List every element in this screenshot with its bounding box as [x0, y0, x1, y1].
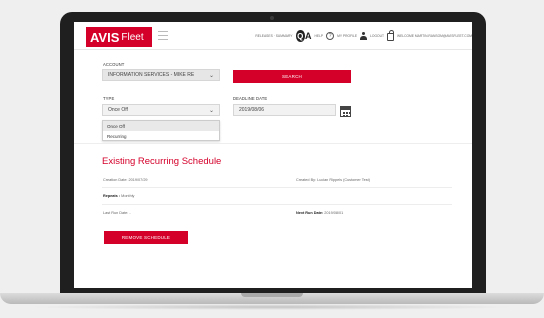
- nav-release[interactable]: RELEASES · SUMMARY: [255, 34, 292, 38]
- nav-help[interactable]: HELP: [315, 34, 324, 38]
- next-run-label: Next Run Date:: [296, 211, 324, 215]
- creation-date: Creation Date: 2019/07/29: [103, 178, 148, 182]
- deadline-value: 2019/08/06: [239, 107, 265, 113]
- avis-fleet-logo[interactable]: AVIS Fleet: [86, 27, 152, 47]
- schedule-title: Existing Recurring Schedule: [102, 156, 222, 167]
- laptop-mockup: AVIS Fleet RELEASES · SUMMARY QA HELP ? …: [0, 0, 544, 318]
- brand-sub: Fleet: [121, 31, 144, 43]
- nav-logout[interactable]: LOGOUT: [370, 34, 384, 38]
- laptop-shadow: [30, 304, 514, 310]
- help-icon[interactable]: ?: [326, 32, 335, 40]
- type-option-once-off[interactable]: Once Off: [103, 121, 219, 131]
- deadline-label: DEADLINE DATE: [233, 96, 268, 101]
- header-nav: RELEASES · SUMMARY QA HELP ? MY PROFILE …: [255, 22, 472, 50]
- qa-watermark-icon: QA: [295, 30, 312, 42]
- camera-icon: [270, 16, 274, 20]
- next-run-date: Next Run Date: 2019/08/01: [296, 211, 343, 215]
- section-divider: [74, 143, 472, 144]
- search-button[interactable]: SEARCH: [233, 70, 351, 83]
- created-by: Created By: Lucian Rippels (Customer Tes…: [296, 178, 370, 182]
- type-select[interactable]: Once Off ⌄: [102, 104, 220, 116]
- nav-profile[interactable]: MY PROFILE: [337, 34, 357, 38]
- type-value: Once Off: [108, 107, 128, 113]
- nav-welcome: WELCOME MARTIN.RANSOM@AVISFLEET.COM: [396, 34, 472, 38]
- menu-icon[interactable]: [158, 31, 168, 40]
- profile-icon[interactable]: [360, 32, 368, 40]
- brand-main: AVIS: [90, 29, 120, 45]
- laptop-notch: [241, 293, 303, 297]
- next-run-value: 2019/08/01: [324, 211, 344, 215]
- repeats: Repeats : Monthly: [103, 194, 134, 198]
- row-divider: [102, 204, 452, 205]
- account-select[interactable]: INFORMATION SERVICES - MIKE RE ⌄: [102, 69, 220, 81]
- deadline-date-input[interactable]: 2019/08/06: [233, 104, 336, 116]
- app-header: AVIS Fleet RELEASES · SUMMARY QA HELP ? …: [74, 22, 472, 50]
- chevron-down-icon: ⌄: [208, 108, 214, 114]
- lock-icon[interactable]: [386, 30, 394, 41]
- type-option-recurring[interactable]: Recurring: [103, 131, 219, 141]
- chevron-down-icon: ⌄: [208, 73, 214, 79]
- calendar-icon[interactable]: [340, 106, 351, 117]
- type-dropdown-list: Once Off Recurring: [102, 120, 220, 141]
- repeats-label: Repeats :: [103, 194, 121, 198]
- last-run-date: Last Run Date: -: [103, 211, 131, 215]
- account-label: ACCOUNT: [103, 62, 125, 67]
- account-value: INFORMATION SERVICES - MIKE RE: [108, 72, 195, 78]
- repeats-value: Monthly: [121, 194, 135, 198]
- app-screen: AVIS Fleet RELEASES · SUMMARY QA HELP ? …: [74, 22, 472, 288]
- remove-schedule-button[interactable]: REMOVE SCHEDULE: [104, 231, 188, 244]
- type-label: TYPE: [103, 96, 115, 101]
- row-divider: [102, 187, 452, 188]
